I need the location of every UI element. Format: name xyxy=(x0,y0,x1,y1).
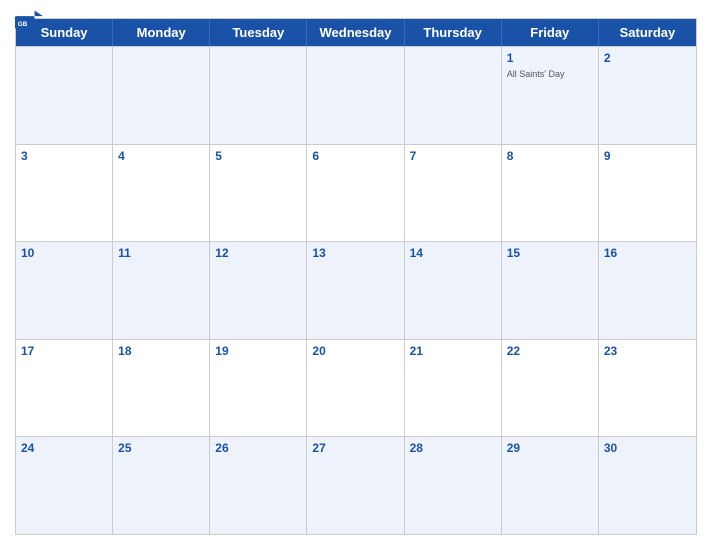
day-number: 11 xyxy=(118,246,204,262)
day-header-monday: Monday xyxy=(113,19,210,46)
day-number: 9 xyxy=(604,149,691,165)
day-cell: 11 xyxy=(113,242,210,339)
day-cell: 8 xyxy=(502,145,599,242)
week-row: 17 18 19 20 21 22 23 xyxy=(16,339,696,437)
day-cell: 27 xyxy=(307,437,404,534)
logo: GB xyxy=(15,10,43,33)
day-cell: 23 xyxy=(599,340,696,437)
day-cell xyxy=(307,47,404,144)
weeks-container: 1All Saints' Day234567891011121314151617… xyxy=(16,46,696,534)
day-cell xyxy=(405,47,502,144)
day-number: 23 xyxy=(604,344,691,360)
day-header-tuesday: Tuesday xyxy=(210,19,307,46)
day-cell: 1 All Saints' Day xyxy=(502,47,599,144)
day-cell: 14 xyxy=(405,242,502,339)
day-number: 12 xyxy=(215,246,301,262)
day-header-friday: Friday xyxy=(502,19,599,46)
day-cell: 28 xyxy=(405,437,502,534)
day-cell: 13 xyxy=(307,242,404,339)
calendar-grid: SundayMondayTuesdayWednesdayThursdayFrid… xyxy=(15,18,697,535)
day-number: 30 xyxy=(604,441,691,457)
day-number: 28 xyxy=(410,441,496,457)
day-number: 21 xyxy=(410,344,496,360)
day-cell: 7 xyxy=(405,145,502,242)
day-cell: 18 xyxy=(113,340,210,437)
week-row: 24 25 26 27 28 29 30 xyxy=(16,436,696,534)
day-number: 4 xyxy=(118,149,204,165)
day-number: 25 xyxy=(118,441,204,457)
day-cell: 5 xyxy=(210,145,307,242)
day-number: 16 xyxy=(604,246,691,262)
day-cell: 25 xyxy=(113,437,210,534)
day-number: 6 xyxy=(312,149,398,165)
day-number: 15 xyxy=(507,246,593,262)
day-number: 7 xyxy=(410,149,496,165)
day-header-thursday: Thursday xyxy=(405,19,502,46)
day-cell: 26 xyxy=(210,437,307,534)
day-cell: 21 xyxy=(405,340,502,437)
day-number: 2 xyxy=(604,51,691,67)
calendar-container: GB SundayMondayTuesdayWednesdayThursdayF… xyxy=(0,0,712,550)
day-header-saturday: Saturday xyxy=(599,19,696,46)
day-cell xyxy=(113,47,210,144)
day-cell: 30 xyxy=(599,437,696,534)
day-number: 26 xyxy=(215,441,301,457)
day-cell: 24 xyxy=(16,437,113,534)
day-number: 24 xyxy=(21,441,107,457)
day-number: 18 xyxy=(118,344,204,360)
day-cell: 20 xyxy=(307,340,404,437)
day-number: 13 xyxy=(312,246,398,262)
svg-text:GB: GB xyxy=(18,21,28,28)
day-event: All Saints' Day xyxy=(507,69,593,80)
day-number: 27 xyxy=(312,441,398,457)
day-cell: 9 xyxy=(599,145,696,242)
week-row: 3456789 xyxy=(16,144,696,242)
day-number: 20 xyxy=(312,344,398,360)
day-cell: 3 xyxy=(16,145,113,242)
day-number: 29 xyxy=(507,441,593,457)
day-cell: 19 xyxy=(210,340,307,437)
day-cell: 17 xyxy=(16,340,113,437)
day-number: 22 xyxy=(507,344,593,360)
day-cell: 22 xyxy=(502,340,599,437)
day-cell: 4 xyxy=(113,145,210,242)
day-number: 8 xyxy=(507,149,593,165)
week-row: 10 11 12 13 14 15 16 xyxy=(16,241,696,339)
week-row: 1 All Saints' Day 2 xyxy=(16,46,696,144)
day-cell xyxy=(16,47,113,144)
day-number: 17 xyxy=(21,344,107,360)
day-cell: 16 xyxy=(599,242,696,339)
day-number: 5 xyxy=(215,149,301,165)
day-cell: 29 xyxy=(502,437,599,534)
day-number: 10 xyxy=(21,246,107,262)
day-headers: SundayMondayTuesdayWednesdayThursdayFrid… xyxy=(16,19,696,46)
day-cell: 2 xyxy=(599,47,696,144)
day-cell: 10 xyxy=(16,242,113,339)
day-number: 3 xyxy=(21,149,107,165)
day-number: 1 xyxy=(507,51,593,67)
day-cell xyxy=(210,47,307,144)
day-cell: 6 xyxy=(307,145,404,242)
day-cell: 15 xyxy=(502,242,599,339)
day-number: 14 xyxy=(410,246,496,262)
day-cell: 12 xyxy=(210,242,307,339)
day-number: 19 xyxy=(215,344,301,360)
day-header-wednesday: Wednesday xyxy=(307,19,404,46)
logo-icon: GB xyxy=(15,10,43,32)
